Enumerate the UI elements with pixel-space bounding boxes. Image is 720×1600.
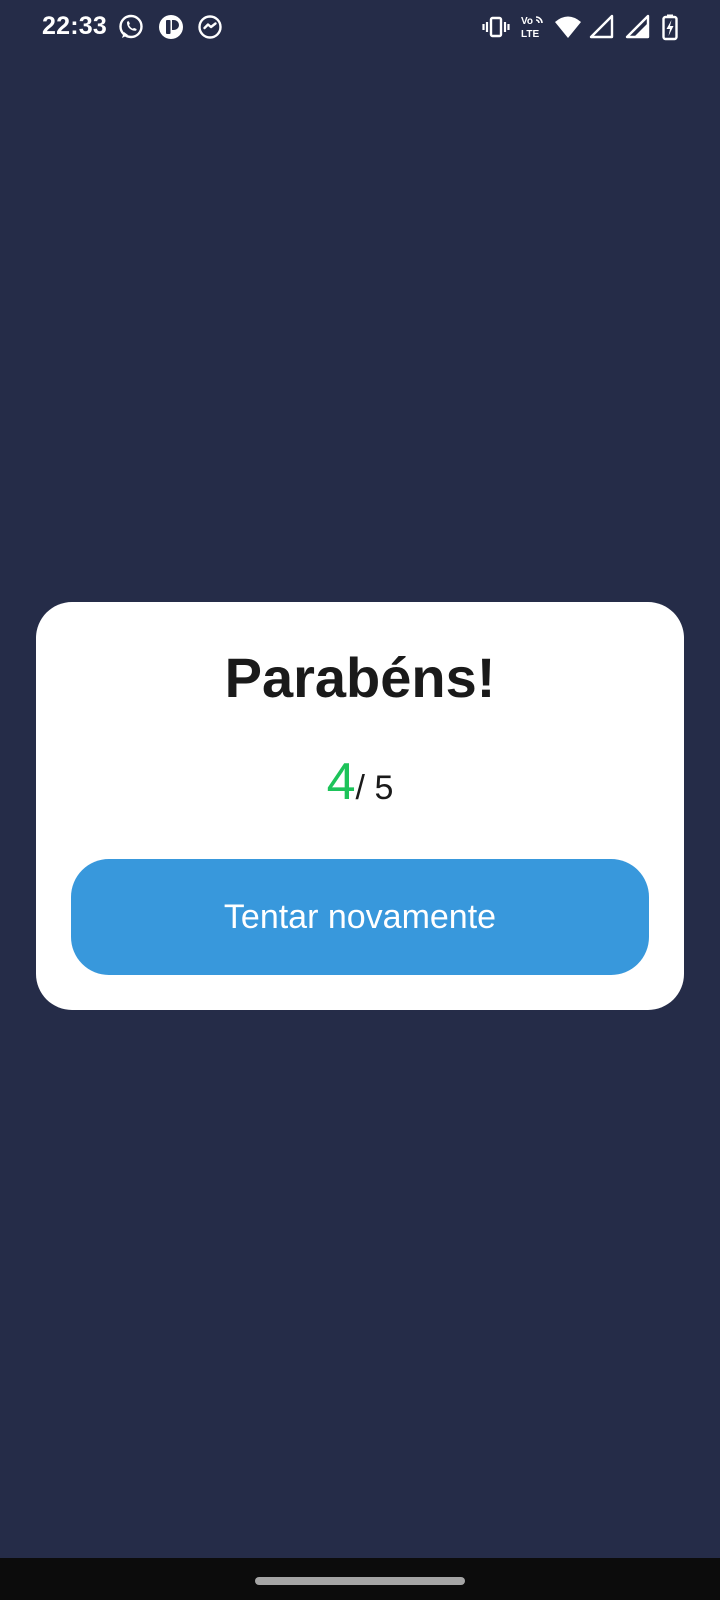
- volte-label-bottom: LTE: [521, 29, 539, 40]
- home-gesture-handle[interactable]: [255, 1577, 465, 1585]
- score-separator: /: [355, 769, 375, 807]
- messenger-icon: [198, 15, 222, 39]
- wifi-icon: [555, 16, 581, 38]
- status-bar: 22:33 Vo LTE: [0, 0, 720, 54]
- score-value: 4: [326, 753, 356, 811]
- volte-label-top: Vo: [521, 16, 533, 27]
- vibrate-icon: [482, 16, 510, 38]
- navigation-bar: [0, 1558, 720, 1600]
- result-card: Parabéns! 4/ 5 Tentar novamente: [36, 602, 684, 1010]
- app-icon: [159, 15, 183, 39]
- score-display: 4/ 5: [36, 752, 684, 825]
- status-time: 22:33: [42, 12, 107, 40]
- retry-button[interactable]: Tentar novamente: [71, 859, 649, 975]
- signal-icon: [589, 14, 614, 39]
- result-title: Parabéns!: [224, 646, 496, 709]
- battery-charging-icon: [662, 14, 678, 41]
- whatsapp-icon: [119, 14, 143, 39]
- score-total: 5: [374, 769, 394, 807]
- signal-icon: [625, 14, 650, 39]
- volte-icon: Vo LTE: [521, 16, 543, 40]
